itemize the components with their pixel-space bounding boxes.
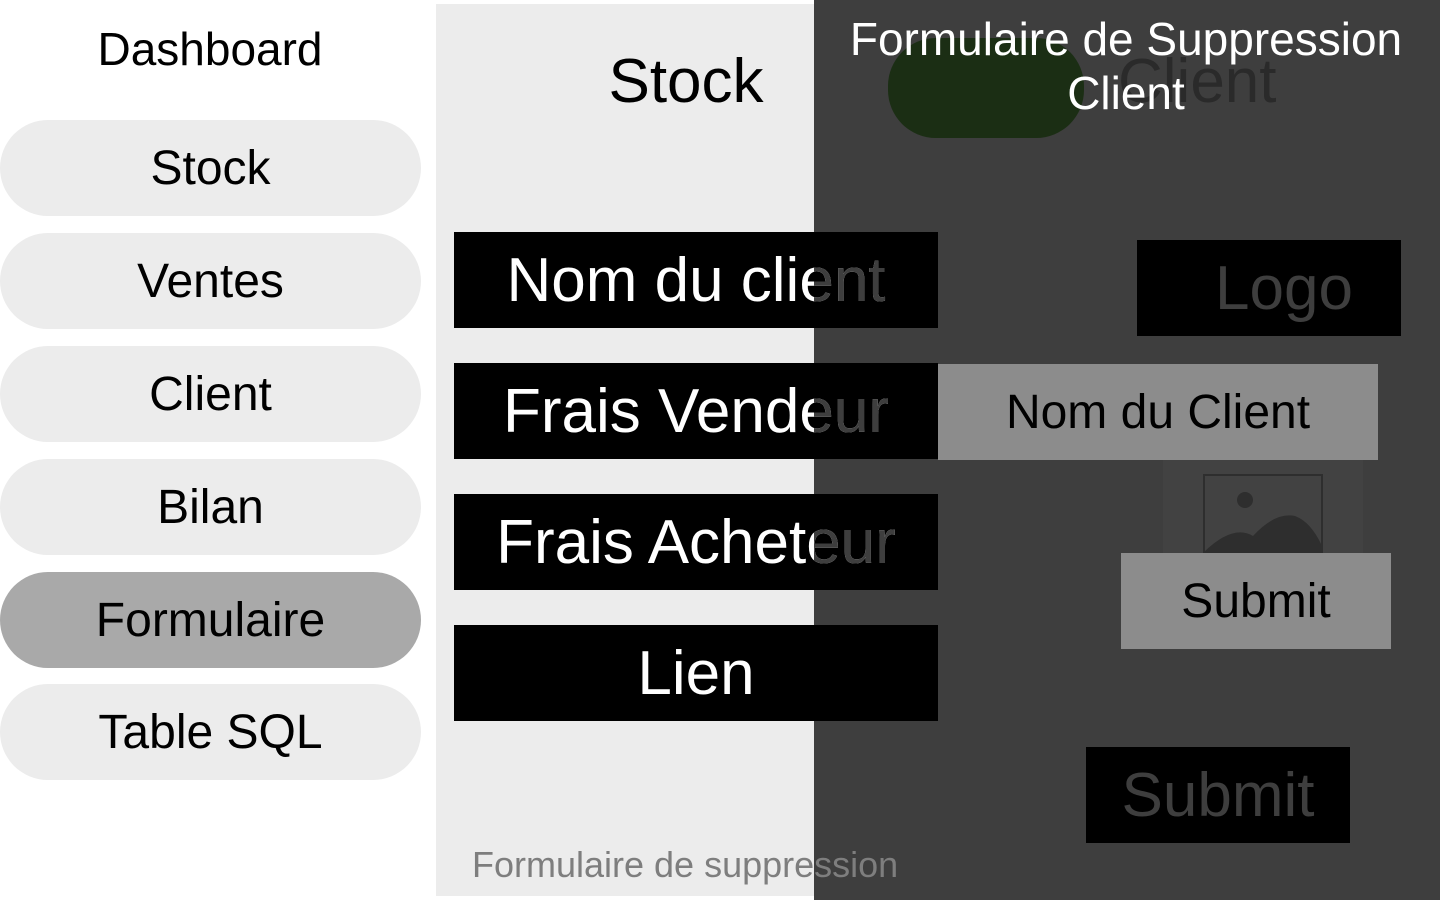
field-label-overlap: Nom du client bbox=[814, 232, 938, 328]
field-label-dark: Frais Vendeur bbox=[814, 376, 889, 446]
nav-item-client[interactable]: Client bbox=[0, 346, 421, 442]
sidebar: Dashboard Stock Ventes Client Bilan Form… bbox=[0, 0, 430, 900]
field-frais-vendeur[interactable]: Frais Vendeur Frais Vendeur bbox=[454, 363, 938, 459]
nav-item-ventes[interactable]: Ventes bbox=[0, 233, 421, 329]
nav-item-bilan[interactable]: Bilan bbox=[0, 459, 421, 555]
nav-item-formulaire[interactable]: Formulaire bbox=[0, 572, 421, 668]
submit-button[interactable]: Submit bbox=[1121, 553, 1391, 649]
field-label-dark: Nom du client bbox=[814, 245, 886, 315]
delete-form-link[interactable]: Formulaire de suppression bbox=[472, 844, 898, 886]
sidebar-title: Dashboard bbox=[97, 23, 323, 75]
field-label-dark: Frais Acheteur bbox=[814, 507, 896, 577]
logo: Logo bbox=[1137, 240, 1401, 336]
form-title: Formulaire de Suppression Client bbox=[849, 13, 1403, 119]
field-label-dark: Lien bbox=[814, 625, 938, 721]
nav-item-stock[interactable]: Stock bbox=[0, 120, 421, 216]
field-label-overlap: Lien bbox=[814, 625, 938, 721]
field-label-overlap: Frais Acheteur bbox=[814, 494, 938, 590]
field-lien[interactable]: Lien Lien bbox=[454, 625, 938, 721]
submit-button-dark[interactable]: Submit bbox=[1086, 747, 1350, 843]
client-name-field[interactable]: Nom du Client bbox=[938, 364, 1378, 460]
field-label-overlap: Frais Vendeur bbox=[814, 363, 938, 459]
nav-item-table-sql[interactable]: Table SQL bbox=[0, 684, 421, 780]
field-nom-du-client[interactable]: Nom du client Nom du client bbox=[454, 232, 938, 328]
field-frais-acheteur[interactable]: Frais Acheteur Frais Acheteur bbox=[454, 494, 938, 590]
